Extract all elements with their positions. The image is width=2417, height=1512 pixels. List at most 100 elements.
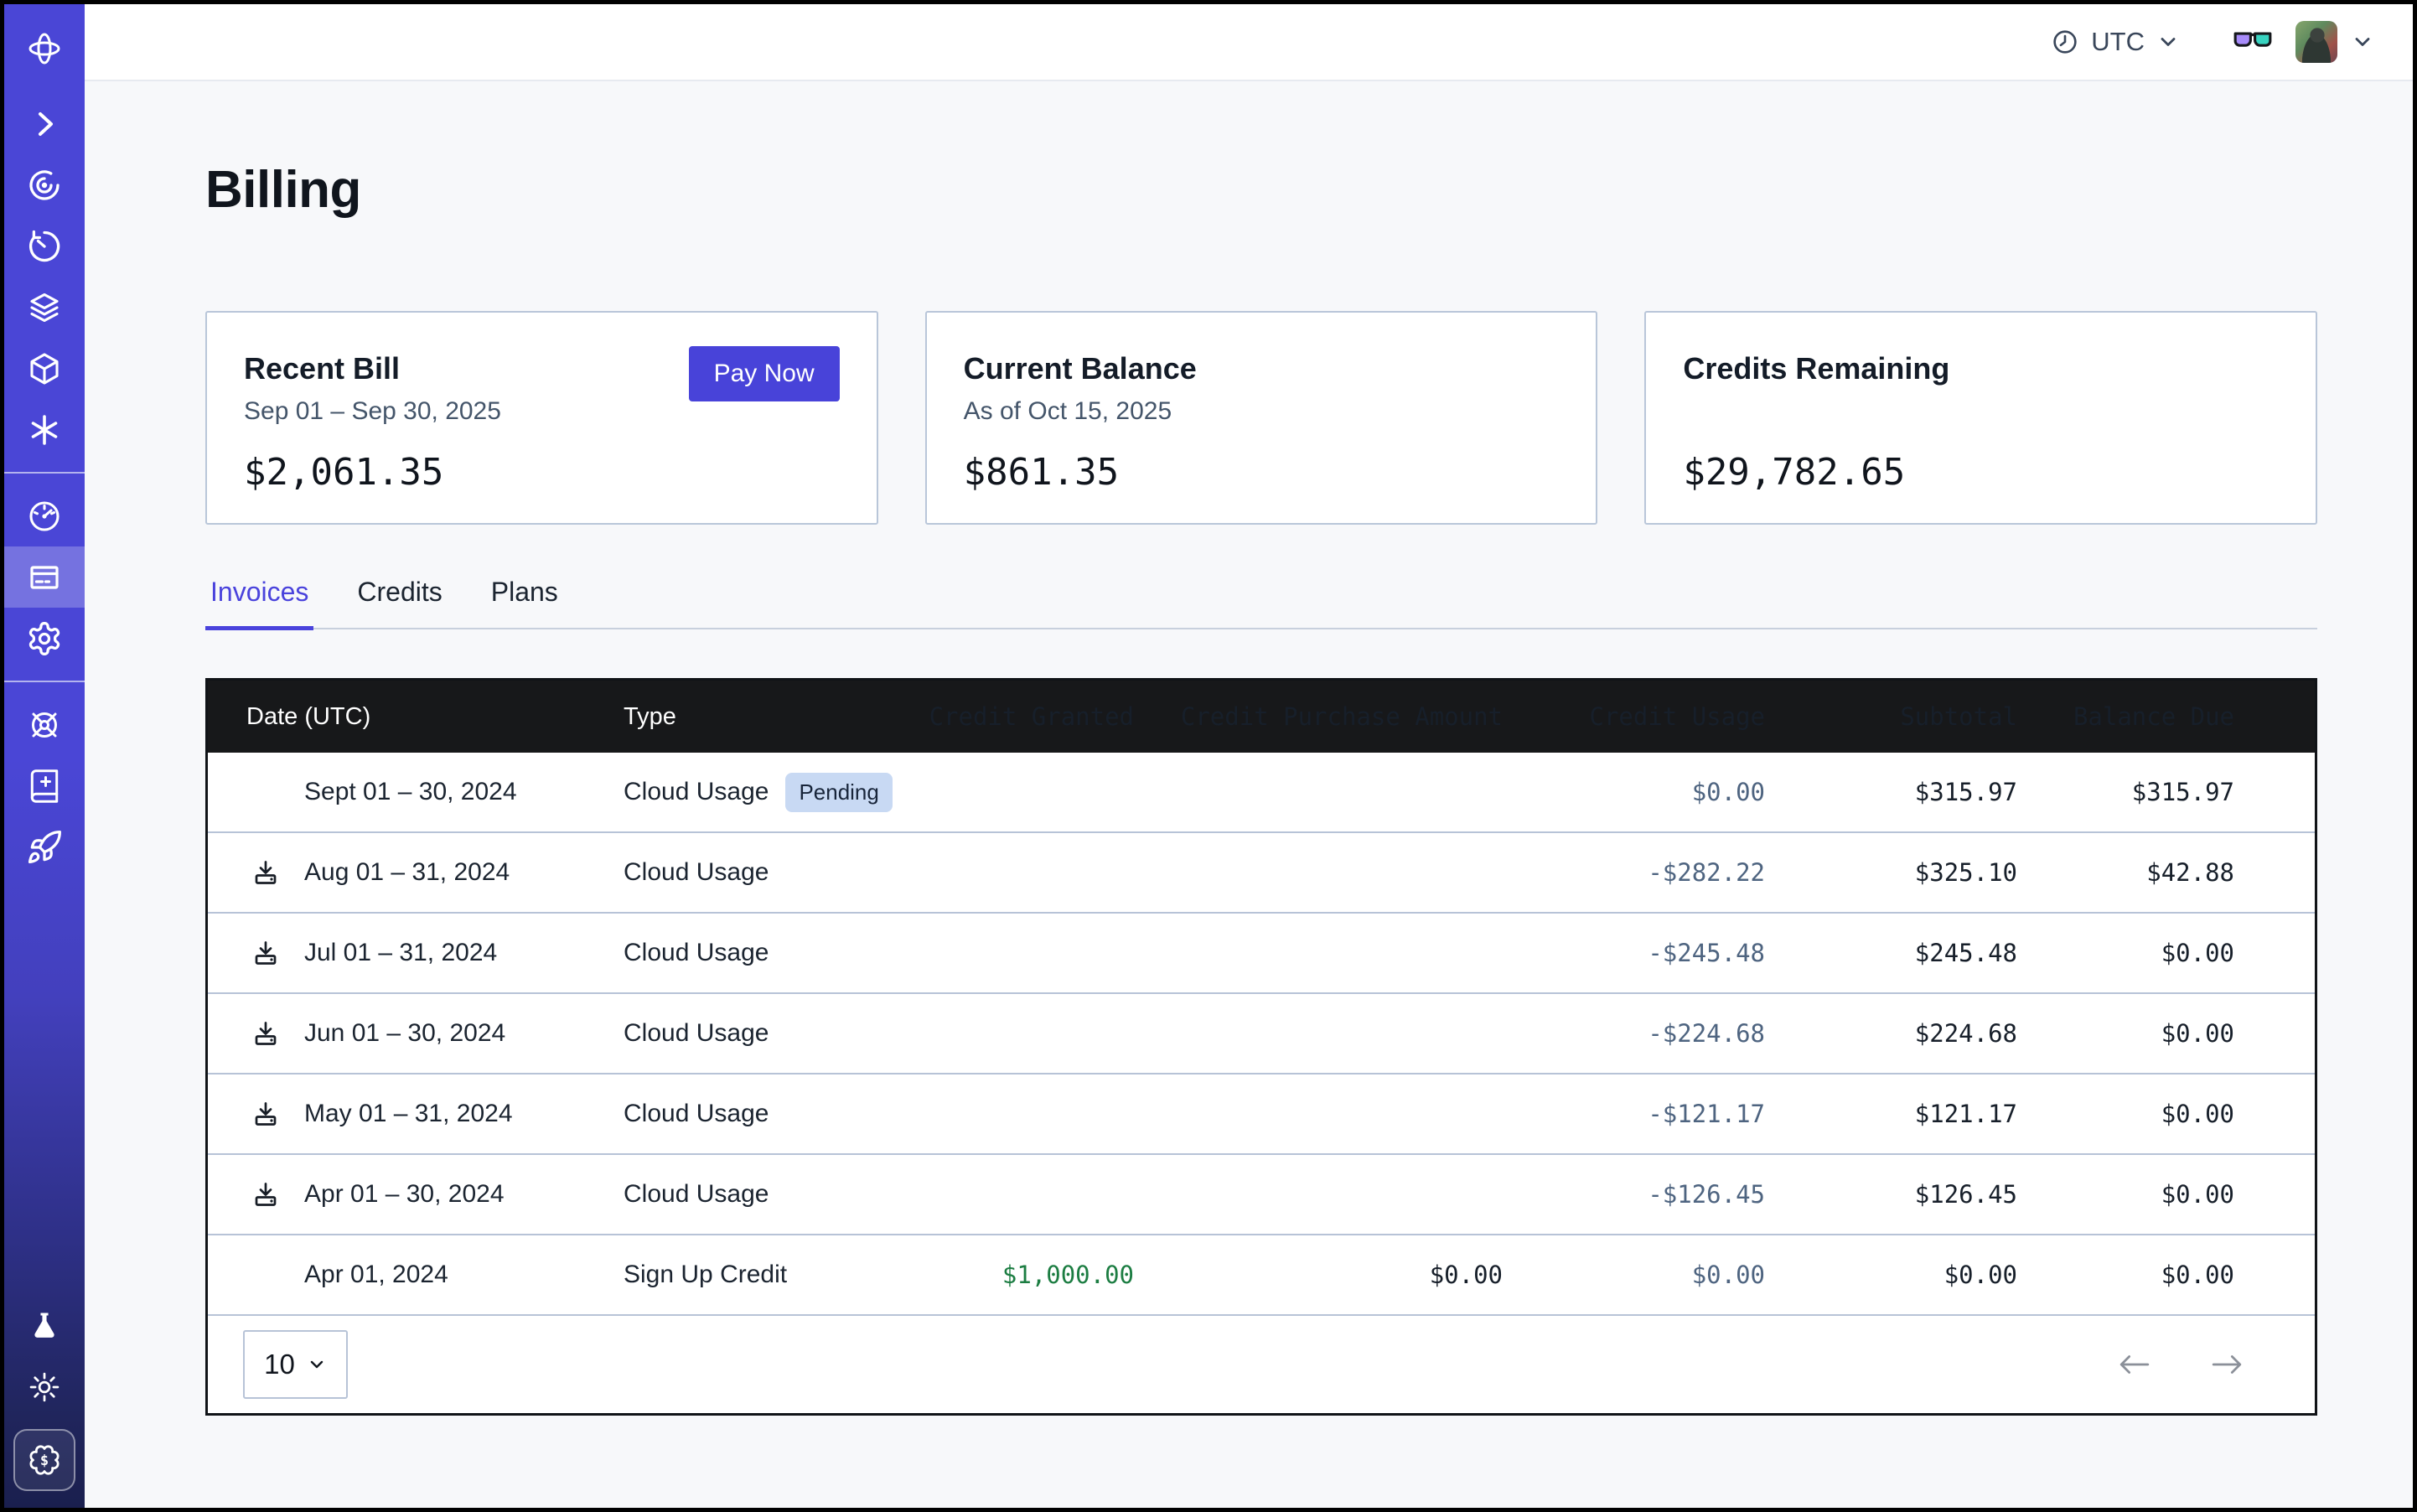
tab-plans[interactable]: Plans bbox=[486, 577, 563, 628]
column-header: Subtotal bbox=[1765, 702, 2017, 731]
sidebar-item-theme[interactable] bbox=[4, 1356, 85, 1417]
sidebar-divider bbox=[4, 472, 85, 474]
balance-due: $315.97 bbox=[2017, 778, 2234, 806]
credit-usage: -$224.68 bbox=[1503, 1019, 1765, 1048]
sidebar-item-labs[interactable] bbox=[4, 1295, 85, 1356]
invoice-date: Aug 01 – 31, 2024 bbox=[304, 858, 510, 886]
download-invoice-button[interactable] bbox=[251, 1180, 280, 1209]
summary-card: Recent Bill Pay Now Sep 01 – Sep 30, 202… bbox=[205, 311, 878, 525]
column-header: Balance Due bbox=[2017, 702, 2234, 731]
credit-usage: -$245.48 bbox=[1503, 939, 1765, 967]
invoice-type: Cloud Usage bbox=[624, 1180, 769, 1209]
sidebar-item-history[interactable] bbox=[4, 215, 85, 277]
timezone-label: UTC bbox=[2091, 27, 2145, 57]
dollar-badge-icon bbox=[26, 1442, 63, 1478]
sidebar-divider bbox=[4, 681, 85, 682]
sidebar-item-settings[interactable] bbox=[4, 608, 85, 669]
invoice-row: Aug 01 – 31, 2024 Cloud Usage -$282.22 $… bbox=[208, 833, 2315, 914]
chevron-down-icon bbox=[2156, 30, 2180, 54]
clock-icon bbox=[2051, 28, 2079, 56]
credit-usage: $0.00 bbox=[1503, 1261, 1765, 1289]
next-page-button[interactable] bbox=[2211, 1354, 2243, 1375]
user-menu[interactable] bbox=[2295, 21, 2374, 63]
invoice-row: May 01 – 31, 2024 Cloud Usage -$121.17 $… bbox=[208, 1074, 2315, 1155]
subtotal: $325.10 bbox=[1765, 858, 2017, 887]
download-invoice-button[interactable] bbox=[251, 939, 280, 967]
invoice-date: May 01 – 31, 2024 bbox=[304, 1100, 513, 1127]
pager bbox=[2119, 1354, 2243, 1375]
column-header: Type bbox=[624, 703, 925, 731]
avatar bbox=[2295, 21, 2337, 63]
gauge-icon bbox=[26, 498, 63, 535]
billing-card-icon bbox=[26, 559, 63, 596]
sidebar-item-credits[interactable] bbox=[13, 1429, 75, 1491]
download-invoice-button[interactable] bbox=[251, 858, 280, 887]
tab-credits[interactable]: Credits bbox=[352, 577, 447, 628]
scan-eye-icon bbox=[26, 167, 63, 204]
prev-page-button[interactable] bbox=[2119, 1354, 2150, 1375]
summary-cards: Recent Bill Pay Now Sep 01 – Sep 30, 202… bbox=[205, 311, 2317, 525]
sidebar-item-layers[interactable] bbox=[4, 277, 85, 338]
page-size-select[interactable]: 10 bbox=[243, 1330, 348, 1399]
arrow-right-icon bbox=[2211, 1354, 2243, 1375]
card-amount: $29,782.65 bbox=[1683, 451, 2279, 494]
sidebar-item-support[interactable] bbox=[4, 694, 85, 755]
summary-card: Credits Remaining $29,782.65 bbox=[1644, 311, 2317, 525]
table-footer: 10 bbox=[208, 1316, 2315, 1413]
sidebar-bottom bbox=[4, 1295, 85, 1508]
balance-due: $42.88 bbox=[2017, 858, 2234, 887]
balance-due: $0.00 bbox=[2017, 1100, 2234, 1128]
status-badge: Pending bbox=[785, 773, 892, 812]
invoice-type: Cloud Usage bbox=[624, 939, 769, 967]
balance-due: $0.00 bbox=[2017, 939, 2234, 967]
balance-due: $0.00 bbox=[2017, 1180, 2234, 1209]
invoice-type: Cloud Usage bbox=[624, 1019, 769, 1048]
pay-now-button[interactable]: Pay Now bbox=[689, 346, 840, 401]
download-invoice-button[interactable] bbox=[251, 1019, 280, 1048]
card-subtitle: Sep 01 – Sep 30, 2025 bbox=[244, 397, 840, 429]
download-icon bbox=[251, 858, 280, 887]
layers-icon bbox=[26, 289, 63, 326]
subtotal: $224.68 bbox=[1765, 1019, 2017, 1048]
sidebar-item-docs[interactable] bbox=[4, 755, 85, 816]
download-icon bbox=[251, 1180, 280, 1209]
theme-glasses-button[interactable] bbox=[2232, 30, 2274, 54]
tab-invoices[interactable]: Invoices bbox=[205, 577, 313, 628]
sidebar-item-billing[interactable] bbox=[4, 546, 85, 608]
page-title: Billing bbox=[205, 160, 2317, 220]
sidebar-item-usage[interactable] bbox=[4, 485, 85, 546]
download-invoice-button[interactable] bbox=[251, 1100, 280, 1128]
credit-purchase-amount: $0.00 bbox=[1134, 1261, 1503, 1289]
sidebar-item-expand[interactable] bbox=[4, 93, 85, 154]
invoice-type: Cloud Usage bbox=[624, 858, 769, 887]
sidebar bbox=[4, 4, 85, 1508]
book-sparkle-icon bbox=[26, 768, 63, 805]
invoice-row: Sept 01 – 30, 2024 Cloud Usage Pending $… bbox=[208, 753, 2315, 833]
sidebar-item-observe[interactable] bbox=[4, 154, 85, 215]
app-logo[interactable] bbox=[4, 4, 85, 93]
table-body: Sept 01 – 30, 2024 Cloud Usage Pending $… bbox=[208, 753, 2315, 1316]
sidebar-spacer bbox=[4, 878, 85, 1295]
arrow-left-icon bbox=[2119, 1354, 2150, 1375]
asterisk-icon bbox=[26, 412, 63, 448]
invoice-date: Apr 01 – 30, 2024 bbox=[304, 1180, 505, 1208]
download-icon bbox=[251, 1019, 280, 1048]
timezone-selector[interactable]: UTC bbox=[2051, 27, 2180, 57]
sidebar-item-resources[interactable] bbox=[4, 338, 85, 399]
credit-usage: -$282.22 bbox=[1503, 858, 1765, 887]
invoice-type: Cloud Usage bbox=[624, 778, 769, 806]
card-amount: $2,061.35 bbox=[244, 451, 840, 494]
summary-card: Current Balance As of Oct 15, 2025 $861.… bbox=[925, 311, 1598, 525]
helm-icon bbox=[26, 707, 63, 743]
gear-icon bbox=[26, 620, 63, 657]
credit-usage: $0.00 bbox=[1503, 778, 1765, 806]
card-subtitle: As of Oct 15, 2025 bbox=[964, 397, 1560, 429]
column-header: Credit Usage bbox=[1503, 702, 1765, 731]
balance-due: $0.00 bbox=[2017, 1261, 2234, 1289]
sidebar-item-services[interactable] bbox=[4, 399, 85, 460]
invoice-type: Sign Up Credit bbox=[624, 1261, 787, 1289]
tabs: Invoices Credits Plans bbox=[205, 577, 2317, 629]
topbar: UTC bbox=[85, 4, 2413, 81]
sidebar-item-getting-started[interactable] bbox=[4, 816, 85, 878]
subtotal: $0.00 bbox=[1765, 1261, 2017, 1289]
